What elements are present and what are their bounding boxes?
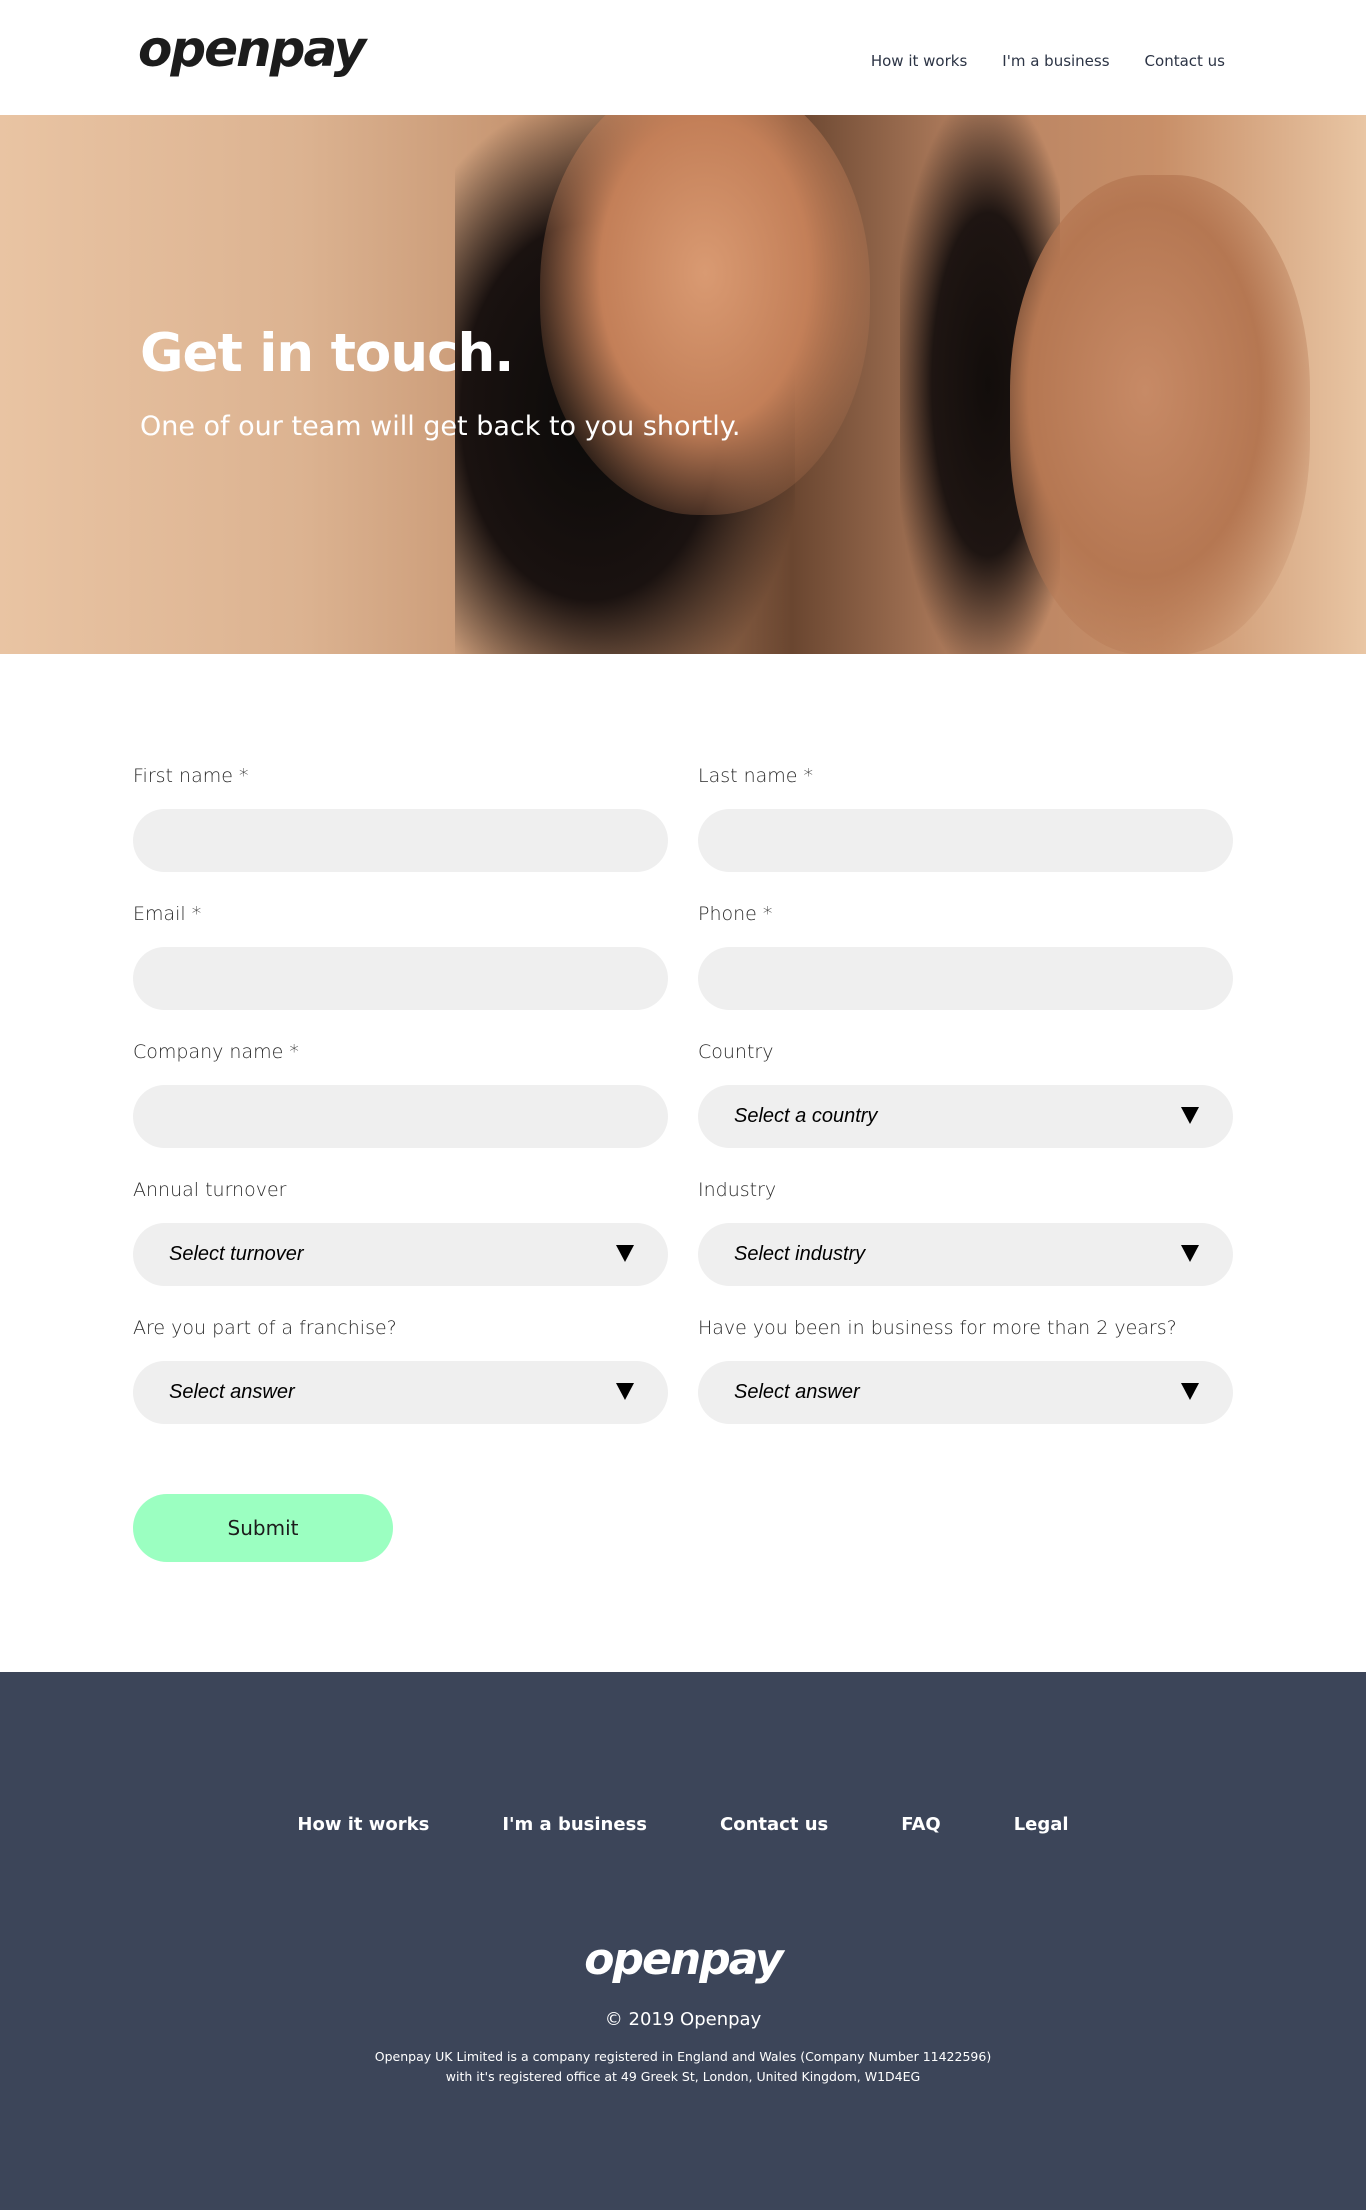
hero-image-face bbox=[540, 115, 870, 515]
last-name-field[interactable] bbox=[698, 809, 1233, 872]
chevron-down-icon bbox=[616, 1383, 634, 1400]
industry-label: Industry bbox=[698, 1179, 777, 1201]
last-name-label: Last name * bbox=[698, 765, 814, 787]
email-label: Email * bbox=[133, 903, 202, 925]
site-footer: How it works I'm a business Contact us F… bbox=[0, 1672, 1366, 2210]
openpay-logo[interactable]: openpay bbox=[138, 24, 366, 74]
page-subtitle: One of our team will get back to you sho… bbox=[140, 411, 741, 442]
industry-select[interactable]: Select industry bbox=[698, 1223, 1233, 1286]
page-title: Get in touch. bbox=[140, 323, 514, 384]
footer-legal-text: Openpay UK Limited is a company register… bbox=[0, 2047, 1366, 2087]
years-in-business-label: Have you been in business for more than … bbox=[698, 1317, 1177, 1339]
hero-banner: Get in touch. One of our team will get b… bbox=[0, 115, 1366, 654]
country-group: Country Select a country bbox=[698, 1041, 1233, 1148]
phone-group: Phone * bbox=[698, 903, 1233, 1010]
franchise-label: Are you part of a franchise? bbox=[133, 1317, 397, 1339]
company-name-group: Company name * bbox=[133, 1041, 668, 1148]
first-name-label: First name * bbox=[133, 765, 249, 787]
turnover-group: Annual turnover Select turnover bbox=[133, 1179, 668, 1286]
turnover-select-value: Select turnover bbox=[169, 1243, 304, 1265]
country-select-value: Select a country bbox=[734, 1105, 878, 1127]
chevron-down-icon bbox=[616, 1245, 634, 1262]
footer-link-im-a-business[interactable]: I'm a business bbox=[502, 1814, 647, 1835]
nav-im-a-business[interactable]: I'm a business bbox=[1002, 52, 1109, 70]
chevron-down-icon bbox=[1181, 1107, 1199, 1124]
footer-copyright: © 2019 Openpay bbox=[604, 2009, 762, 2030]
years-in-business-group: Have you been in business for more than … bbox=[698, 1317, 1233, 1424]
site-header: openpay How it works I'm a business Cont… bbox=[0, 0, 1366, 115]
chevron-down-icon bbox=[1181, 1245, 1199, 1262]
main-nav: How it works I'm a business Contact us bbox=[871, 52, 1225, 70]
years-in-business-select-value: Select answer bbox=[734, 1381, 860, 1403]
footer-link-legal[interactable]: Legal bbox=[1014, 1814, 1069, 1835]
footer-nav: How it works I'm a business Contact us F… bbox=[0, 1814, 1366, 1835]
company-name-label: Company name * bbox=[133, 1041, 299, 1063]
email-field[interactable] bbox=[133, 947, 668, 1010]
first-name-group: First name * bbox=[133, 765, 668, 872]
footer-legal-line-1: Openpay UK Limited is a company register… bbox=[374, 2049, 992, 2064]
country-select[interactable]: Select a country bbox=[698, 1085, 1233, 1148]
footer-link-faq[interactable]: FAQ bbox=[901, 1814, 940, 1835]
years-in-business-select[interactable]: Select answer bbox=[698, 1361, 1233, 1424]
industry-group: Industry Select industry bbox=[698, 1179, 1233, 1286]
phone-label: Phone * bbox=[698, 903, 773, 925]
footer-openpay-logo: openpay bbox=[584, 1934, 783, 1985]
chevron-down-icon bbox=[1181, 1383, 1199, 1400]
franchise-select-value: Select answer bbox=[169, 1381, 295, 1403]
footer-link-contact-us[interactable]: Contact us bbox=[720, 1814, 828, 1835]
submit-button[interactable]: Submit bbox=[133, 1494, 393, 1562]
last-name-group: Last name * bbox=[698, 765, 1233, 872]
franchise-select[interactable]: Select answer bbox=[133, 1361, 668, 1424]
company-name-field[interactable] bbox=[133, 1085, 668, 1148]
footer-link-how-it-works[interactable]: How it works bbox=[297, 1814, 429, 1835]
first-name-field[interactable] bbox=[133, 809, 668, 872]
franchise-group: Are you part of a franchise? Select answ… bbox=[133, 1317, 668, 1424]
hero-image-arm bbox=[1010, 175, 1310, 654]
nav-contact-us[interactable]: Contact us bbox=[1145, 52, 1225, 70]
footer-legal-line-2: with it's registered office at 49 Greek … bbox=[445, 2069, 921, 2084]
country-label: Country bbox=[698, 1041, 774, 1063]
email-group: Email * bbox=[133, 903, 668, 1010]
turnover-select[interactable]: Select turnover bbox=[133, 1223, 668, 1286]
turnover-label: Annual turnover bbox=[133, 1179, 287, 1201]
nav-how-it-works[interactable]: How it works bbox=[871, 52, 967, 70]
phone-field[interactable] bbox=[698, 947, 1233, 1010]
industry-select-value: Select industry bbox=[734, 1243, 866, 1265]
